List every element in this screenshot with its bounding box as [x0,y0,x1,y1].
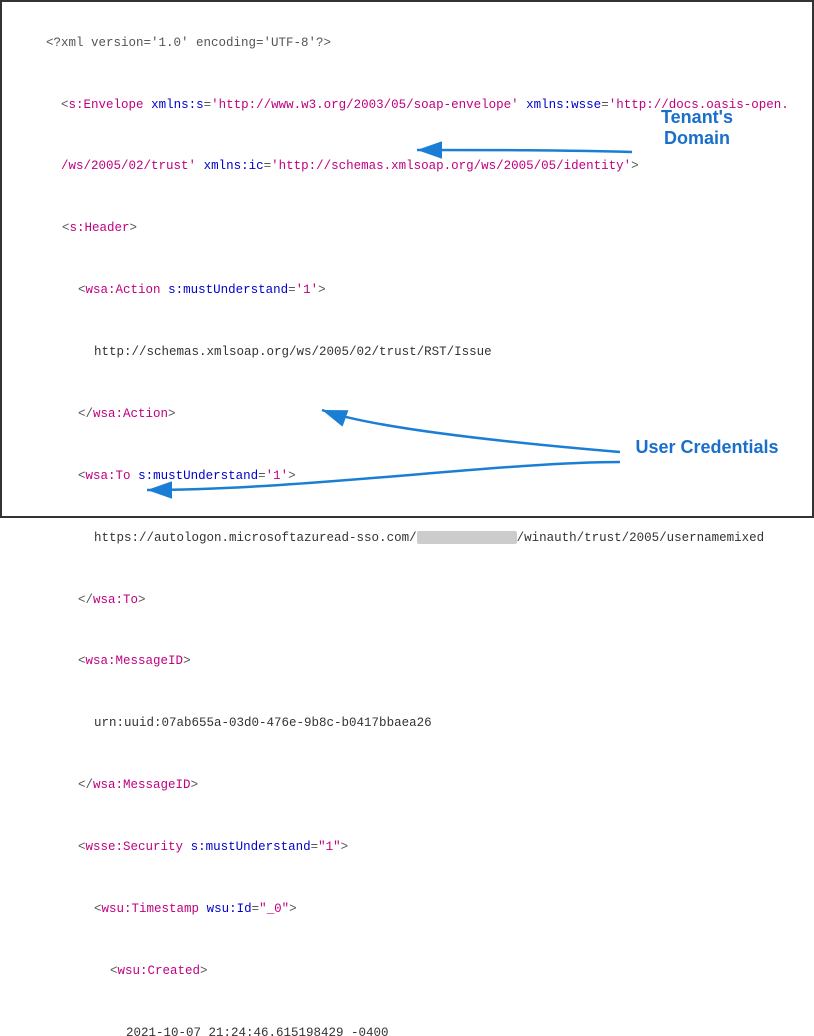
line-10: </wsa:To> [16,569,798,631]
line-12: urn:uuid:07ab655a-03d0-476e-9b8c-b0417bb… [16,693,798,755]
line-14: <wsse:Security s:mustUnderstand="1"> [16,816,798,878]
attr-xmlns-s: xmlns:s [151,98,204,112]
annotation-tenant-domain: Tenant's Domain [632,107,762,149]
line-17: 2021-10-07 21:24:46.615198429 -0400 [16,1002,798,1036]
attr-xmlns-ic: xmlns:ic [204,159,264,173]
xml-declaration: <?xml version='1.0' encoding='UTF-8'?> [46,36,331,50]
val-xmlns-s: 'http://www.w3.org/2003/05/soap-envelope… [211,98,519,112]
sp [144,98,152,112]
line-7: </wsa:Action> [16,383,798,445]
line-16: <wsu:Created> [16,940,798,1002]
blurred-domain [417,531,517,544]
line-13: </wsa:MessageID> [16,755,798,817]
xml-lt: < [46,98,69,112]
code-area: <?xml version='1.0' encoding='UTF-8'?> <… [2,2,812,1036]
annotation-user-credentials: User Credentials [632,437,782,458]
line-15: <wsu:Timestamp wsu:Id="_0"> [16,878,798,940]
val-xmlns-ic: 'http://schemas.xmlsoap.org/ws/2005/05/i… [271,159,631,173]
line-9: https://autologon.microsoftazuread-sso.c… [16,507,798,569]
line-1: <?xml version='1.0' encoding='UTF-8'?> [16,12,798,74]
line-6: http://schemas.xmlsoap.org/ws/2005/02/tr… [16,321,798,383]
line-4: <s:Header> [16,198,798,260]
attr-xmlns-wsse: xmlns:wsse [526,98,601,112]
line-5: <wsa:Action s:mustUnderstand='1'> [16,260,798,322]
line-11: <wsa:MessageID> [16,631,798,693]
val-ws-trust: /ws/2005/02/trust' [61,159,196,173]
tag-envelope: s:Envelope [69,98,144,112]
